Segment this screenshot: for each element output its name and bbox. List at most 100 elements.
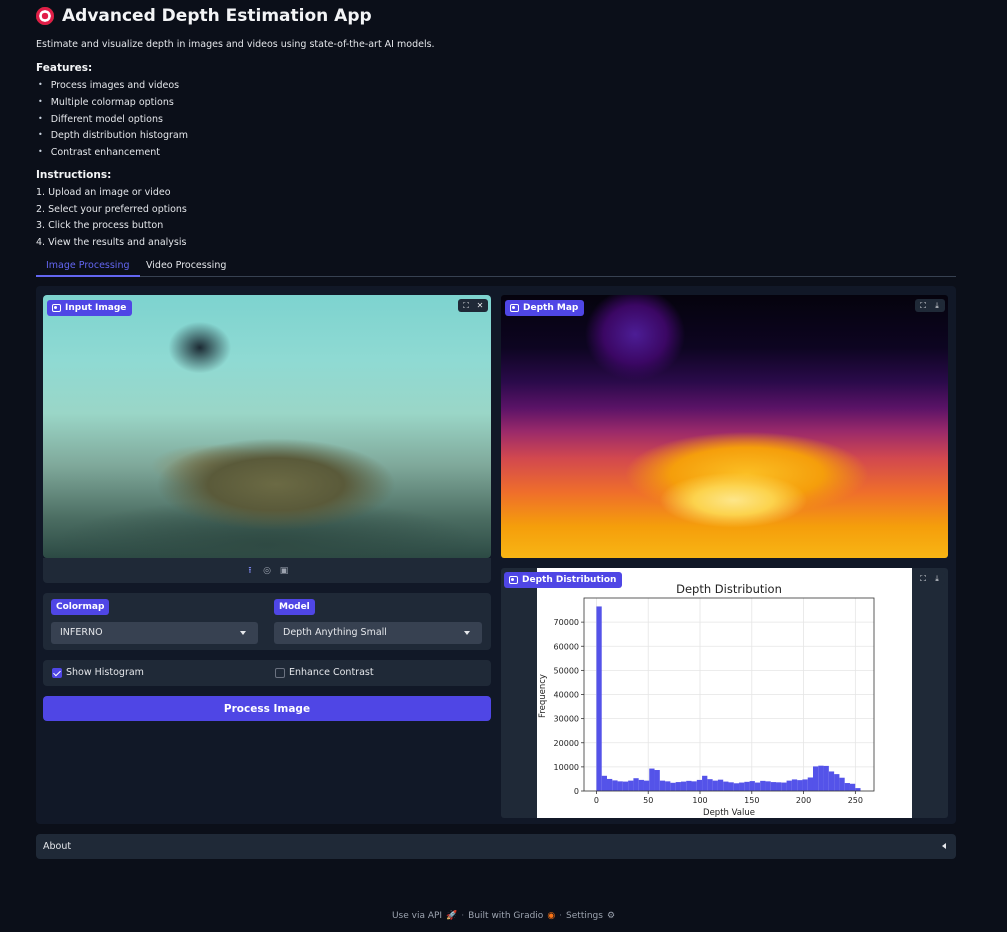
histogram-bar xyxy=(633,778,639,791)
enhance-contrast-checkbox[interactable] xyxy=(275,668,285,678)
histogram-bar xyxy=(839,777,845,791)
model-label: Model xyxy=(274,599,315,615)
close-icon[interactable]: ✕ xyxy=(474,300,486,311)
colormap-label: Colormap xyxy=(51,599,110,615)
checkbox-row: Show Histogram Enhance Contrast xyxy=(43,660,491,686)
depth-map-output: Depth Map ⛶ ⤓ xyxy=(501,295,948,558)
show-histogram-checkbox[interactable] xyxy=(52,668,62,678)
colormap-select[interactable]: INFERNO xyxy=(51,622,258,644)
x-tick-label: 0 xyxy=(594,796,599,805)
download-icon[interactable]: ⤓ xyxy=(931,300,943,311)
footer: Use via API 🚀 · Built with Gradio ◉ · Se… xyxy=(0,911,1007,921)
image-icon xyxy=(509,576,518,584)
api-link[interactable]: Use via API xyxy=(392,911,442,921)
x-tick-label: 250 xyxy=(848,796,863,805)
fullscreen-icon[interactable]: ⛶ xyxy=(460,300,472,311)
feature-item: Contrast enhancement xyxy=(36,147,160,158)
gradio-logo-icon: ◉ xyxy=(547,911,556,921)
chart-title: Depth Distribution xyxy=(676,582,782,596)
histogram-bar xyxy=(606,778,613,791)
histogram-bar xyxy=(791,779,798,791)
input-image-controls: ⛶ ✕ xyxy=(458,299,488,312)
chart-ylabel: Frequency xyxy=(538,674,548,718)
histogram-bar xyxy=(855,788,861,791)
depth-histogram-chart: Depth Distribution Depth Value Frequency… xyxy=(538,582,875,818)
input-image-dropzone[interactable]: Input Image ⛶ ✕ xyxy=(43,295,491,558)
instruction-item: 1. Upload an image or video xyxy=(36,187,171,198)
y-tick-label: 40000 xyxy=(554,691,579,700)
instruction-item: 2. Select your preferred options xyxy=(36,204,187,215)
chevron-down-icon xyxy=(464,631,470,635)
histogram-bar xyxy=(622,781,629,791)
histogram-bar xyxy=(786,780,792,791)
gradio-link[interactable]: Built with Gradio xyxy=(468,911,543,921)
histogram-bar xyxy=(733,783,740,791)
feature-item: Depth distribution histogram xyxy=(36,130,188,141)
tab-bar: Image Processing Video Processing xyxy=(36,258,956,277)
histogram-bar xyxy=(744,781,750,791)
histogram-bar xyxy=(691,781,697,791)
histogram-bar xyxy=(659,780,666,791)
histogram-bar xyxy=(601,775,607,791)
input-image-toolbar: ⭱ ◎ ▣ xyxy=(43,558,491,583)
histogram-bar xyxy=(765,781,771,791)
tab-image-processing[interactable]: Image Processing xyxy=(36,258,140,277)
app-title: Advanced Depth Estimation App xyxy=(36,6,372,26)
histogram-bar xyxy=(807,777,813,791)
image-icon xyxy=(52,304,61,312)
histogram-bar xyxy=(596,606,602,791)
instruction-item: 3. Click the process button xyxy=(36,220,164,231)
depth-map-label-text: Depth Map xyxy=(523,303,579,313)
chart-xlabel: Depth Value xyxy=(703,808,755,818)
tab-video-processing[interactable]: Video Processing xyxy=(136,258,236,275)
histogram-bar xyxy=(802,779,808,791)
process-image-button[interactable]: Process Image xyxy=(43,696,491,721)
rocket-icon: 🚀 xyxy=(446,911,458,921)
histogram-bar xyxy=(654,770,660,791)
caret-left-icon xyxy=(942,843,946,849)
download-icon[interactable]: ⤓ xyxy=(931,573,943,584)
fullscreen-icon[interactable]: ⛶ xyxy=(917,573,929,584)
y-tick-label: 20000 xyxy=(554,739,579,748)
options-row: Colormap INFERNO Model Depth Anything Sm… xyxy=(43,593,491,650)
histogram-bar xyxy=(776,782,782,791)
feature-item: Process images and videos xyxy=(36,80,179,91)
settings-link[interactable]: Settings xyxy=(566,911,603,921)
histogram-bar xyxy=(680,781,687,791)
histogram-bar xyxy=(797,780,803,791)
y-tick-label: 10000 xyxy=(554,763,579,772)
x-tick-label: 50 xyxy=(643,796,653,805)
instruction-item: 4. View the results and analysis xyxy=(36,237,187,248)
model-value: Depth Anything Small xyxy=(283,627,387,638)
input-image-photo xyxy=(43,295,491,558)
features-heading: Features: xyxy=(36,62,93,74)
histogram-bar xyxy=(754,782,761,791)
image-icon xyxy=(510,304,519,312)
upload-icon[interactable]: ⭱ xyxy=(245,565,256,576)
model-select[interactable]: Depth Anything Small xyxy=(274,622,482,644)
histogram-bar xyxy=(665,781,671,791)
y-tick-label: 0 xyxy=(574,787,579,796)
clipboard-icon[interactable]: ▣ xyxy=(279,565,290,576)
depth-map-controls: ⛶ ⤓ xyxy=(915,299,945,312)
about-accordion[interactable]: About xyxy=(36,834,956,859)
histogram-plot-area: Depth Distribution Depth Value Frequency… xyxy=(537,568,912,818)
histogram-bar xyxy=(717,779,724,791)
input-image-label-text: Input Image xyxy=(65,303,127,313)
app-title-text: Advanced Depth Estimation App xyxy=(62,6,372,26)
gear-icon: ⚙ xyxy=(606,911,616,921)
histogram-bar xyxy=(739,782,745,791)
histogram-bar xyxy=(760,780,766,791)
webcam-icon[interactable]: ◎ xyxy=(262,565,273,576)
histogram-bar xyxy=(728,782,734,791)
histogram-bar xyxy=(707,779,713,791)
about-label: About xyxy=(43,841,72,852)
histogram-bar xyxy=(723,781,729,791)
histogram-bar xyxy=(770,782,777,791)
y-tick-label: 60000 xyxy=(554,642,579,651)
y-tick-label: 50000 xyxy=(554,666,579,675)
histogram-bar xyxy=(649,768,655,791)
histogram-bar xyxy=(781,782,787,791)
depth-map-image xyxy=(501,295,948,558)
fullscreen-icon[interactable]: ⛶ xyxy=(917,300,929,311)
